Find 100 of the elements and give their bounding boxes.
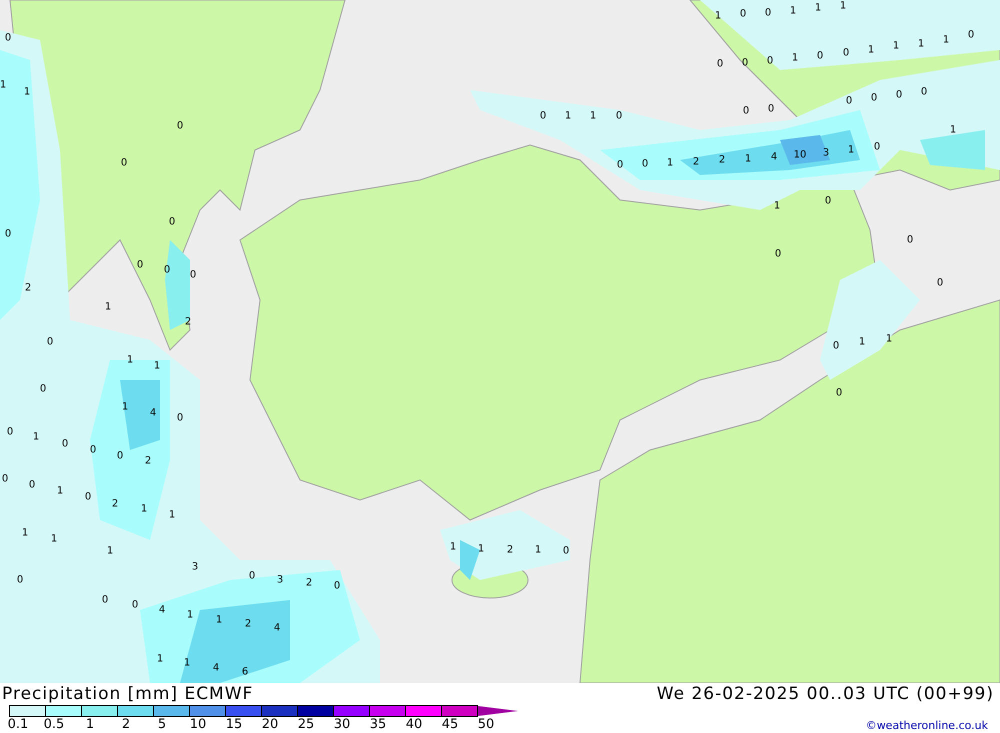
value-label: 0 — [824, 196, 832, 206]
value-label: 2 — [692, 156, 700, 168]
value-label: 0 — [832, 340, 840, 352]
value-label: 10 — [794, 150, 806, 160]
value-label: 0 — [190, 270, 196, 280]
value-label: 1 — [126, 354, 134, 366]
value-label: 0 — [4, 32, 12, 44]
value-label: 1 — [24, 86, 30, 98]
value-label: 1 — [848, 144, 854, 156]
legend-tick-label: 35 — [368, 717, 388, 732]
value-label: 1 — [858, 336, 866, 348]
legend-tick-label: 0.1 — [6, 717, 30, 732]
value-label: 0 — [176, 412, 184, 424]
legend-tick-label: 45 — [440, 717, 460, 732]
value-label: 1 — [744, 154, 752, 164]
value-label: 0 — [766, 56, 774, 66]
value-label: 0 — [132, 600, 138, 610]
legend-tick-label: 30 — [332, 717, 352, 732]
value-label: 0 — [2, 474, 8, 484]
value-label: 1 — [886, 334, 892, 344]
value-label: 0 — [248, 570, 256, 582]
value-label: 2 — [24, 282, 32, 294]
value-label: 4 — [158, 604, 166, 616]
value-label: 1 — [868, 44, 874, 56]
value-label: 0 — [136, 260, 144, 270]
value-label: 0 — [28, 480, 36, 490]
value-label: 0 — [6, 426, 14, 438]
value-label: 1 — [950, 124, 956, 136]
value-label: 1 — [0, 80, 6, 90]
value-label: 1 — [590, 110, 596, 122]
value-label: 0 — [62, 438, 68, 450]
value-label: 0 — [164, 264, 170, 276]
value-label: 0 — [4, 228, 12, 240]
value-label: 3 — [276, 574, 284, 586]
value-label: 0 — [968, 30, 974, 40]
value-label: 0 — [742, 58, 748, 68]
value-label: 0 — [562, 546, 570, 556]
value-label: 1 — [56, 486, 64, 496]
value-label: 1 — [140, 504, 148, 514]
value-label: 0 — [740, 8, 746, 20]
value-label: 2 — [144, 456, 152, 466]
value-label: 0 — [616, 160, 624, 170]
value-label: 0 — [540, 110, 546, 122]
value-label: 0 — [616, 110, 622, 122]
value-label: 0 — [120, 158, 128, 168]
value-label: 1 — [942, 34, 950, 46]
value-label: 1 — [32, 432, 40, 442]
value-label: 0 — [16, 574, 24, 586]
value-label: 4 — [150, 408, 156, 418]
credit-link[interactable]: ©weatheronline.co.uk — [866, 717, 1000, 732]
value-label: 3 — [192, 562, 198, 572]
value-label: 1 — [186, 610, 194, 620]
value-label: 0 — [40, 384, 46, 394]
value-label: 0 — [836, 388, 842, 398]
value-label: 1 — [450, 542, 456, 552]
value-label: 1 — [104, 302, 112, 312]
value-label: 0 — [742, 106, 750, 116]
value-label: 1 — [666, 158, 674, 168]
value-label: 0 — [920, 86, 928, 98]
value-label: 2 — [506, 544, 514, 556]
legend-tick-label: 15 — [224, 717, 244, 732]
chart-title: Precipitation [mm] ECMWF — [2, 684, 254, 704]
value-label: 0 — [168, 216, 176, 228]
value-label: 2 — [184, 316, 192, 328]
legend-tick-label: 20 — [260, 717, 280, 732]
value-label: 6 — [242, 666, 248, 678]
value-label: 0 — [906, 234, 914, 246]
value-label: 1 — [790, 6, 796, 16]
value-label: 0 — [870, 92, 878, 104]
value-label: 0 — [764, 8, 772, 18]
legend-tick-label: 5 — [156, 717, 168, 732]
value-label: 2 — [718, 154, 726, 166]
legend-tick-label: 50 — [476, 717, 496, 732]
value-label: 1 — [22, 528, 28, 538]
value-label: 1 — [840, 0, 846, 12]
value-label: 0 — [334, 580, 340, 592]
value-label: 1 — [534, 544, 542, 556]
value-label: 1 — [892, 40, 900, 52]
value-label: 0 — [102, 594, 108, 606]
legend-tick-label: 1 — [84, 717, 96, 732]
value-label: 2 — [306, 578, 312, 588]
value-label: 0 — [896, 90, 902, 100]
legend-tick-label: 2 — [120, 717, 132, 732]
value-label: 0 — [176, 120, 184, 132]
value-label: 1 — [122, 402, 128, 412]
value-label: 4 — [212, 662, 220, 674]
value-label: 0 — [46, 336, 54, 348]
value-label: 1 — [564, 110, 572, 122]
legend-tick-label: 40 — [404, 717, 424, 732]
value-label: 0 — [874, 142, 880, 152]
valid-time: We 26-02-2025 00..03 UTC (00+99) — [656, 684, 994, 704]
value-label: 0 — [716, 58, 724, 70]
value-label: 0 — [816, 50, 824, 62]
value-label: 0 — [768, 104, 774, 114]
value-label: 1 — [184, 658, 190, 668]
value-label: 1 — [154, 360, 160, 372]
legend-tick-label: 0.5 — [42, 717, 66, 732]
value-label: 1 — [792, 52, 798, 64]
value-label: 1 — [774, 200, 780, 212]
value-label: 1 — [714, 10, 722, 22]
